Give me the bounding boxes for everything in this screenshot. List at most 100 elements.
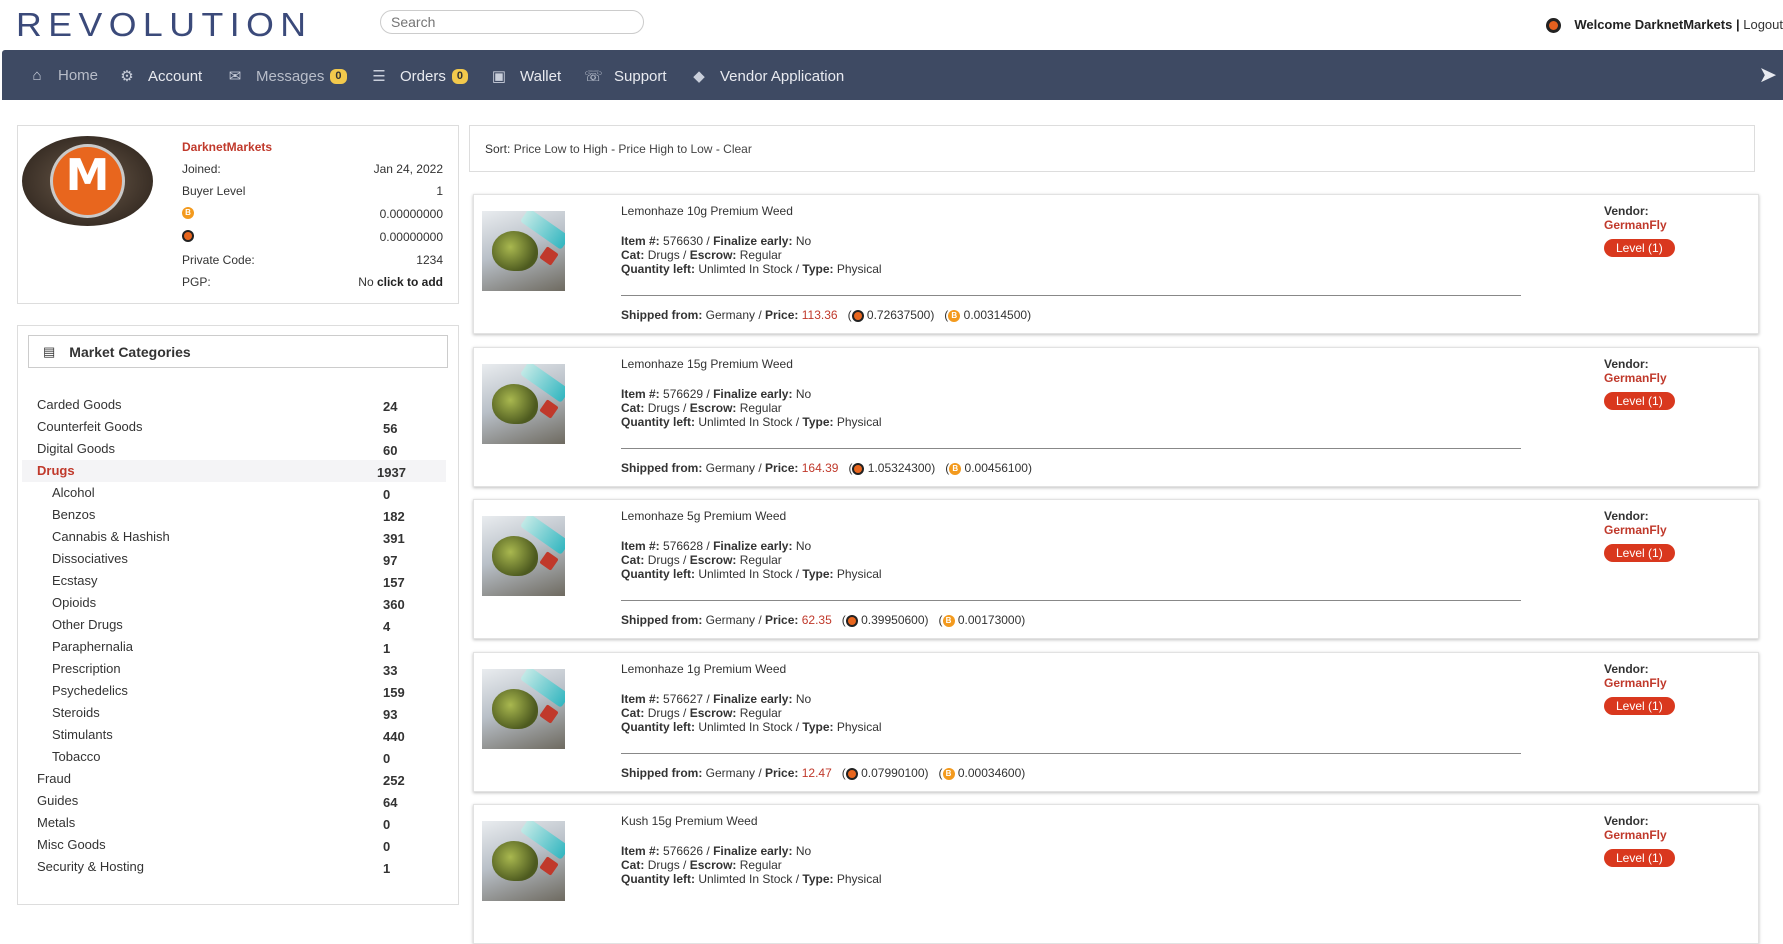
category-item[interactable]: Opioids 360 (22, 592, 446, 614)
rocket-icon[interactable]: ➤ (1759, 62, 1777, 88)
category-count: 24 (383, 399, 398, 414)
messages-count-badge: 0 (330, 68, 347, 84)
lighter-cap-image (539, 551, 559, 571)
nav-home[interactable]: ⌂ Home (28, 67, 98, 84)
gears-icon: ⚙ (120, 68, 134, 85)
category-name[interactable]: Opioids (52, 595, 96, 610)
category-item[interactable]: Tobacco 0 (22, 746, 446, 768)
category-count: 0 (383, 839, 391, 854)
listing-title[interactable]: Lemonhaze 15g Premium Weed (621, 357, 793, 371)
category-name[interactable]: Drugs (37, 463, 75, 478)
category-name[interactable]: Misc Goods (37, 837, 106, 852)
nav-account-label: Account (148, 67, 203, 85)
profile-username-row: DarknetMarkets (182, 140, 443, 154)
category-name[interactable]: Benzos (52, 507, 95, 522)
nav-messages[interactable]: ✉ Messages 0 (226, 67, 347, 85)
category-item[interactable]: Drugs 1937 (22, 460, 446, 482)
category-name[interactable]: Prescription (52, 661, 121, 676)
profile-username[interactable]: DarknetMarkets (182, 140, 272, 154)
listing-qty-row: Quantity left: Unlimted In Stock / Type:… (621, 567, 882, 581)
category-item[interactable]: Security & Hosting 1 (22, 856, 446, 878)
category-name[interactable]: Psychedelics (52, 683, 128, 698)
category-name[interactable]: Stimulants (52, 727, 113, 742)
category-name[interactable]: Metals (37, 815, 75, 830)
category-item[interactable]: Fraud 252 (22, 768, 446, 790)
category-item[interactable]: Steroids 93 (22, 702, 446, 724)
category-item[interactable]: Counterfeit Goods 56 (22, 416, 446, 438)
listing-shipping-row: Shipped from: Germany / Price: 113.36 ( … (621, 308, 1031, 322)
home-icon: ⌂ (32, 67, 42, 84)
listing-xmr-price: 0.07990100 (861, 766, 925, 780)
listing-title[interactable]: Kush 15g Premium Weed (621, 814, 758, 828)
listing-xmr-price: 1.05324300 (867, 461, 932, 475)
category-name[interactable]: Alcohol (52, 485, 95, 500)
category-name[interactable]: Security & Hosting (37, 859, 144, 874)
category-name[interactable]: Other Drugs (52, 617, 123, 632)
listing-thumbnail[interactable] (482, 516, 565, 596)
category-item[interactable]: Dissociatives 97 (22, 548, 446, 570)
nav-orders[interactable]: ☰ Orders 0 (370, 67, 468, 85)
nav-wallet[interactable]: ▣ Wallet (490, 67, 561, 86)
vendor-name-link[interactable]: GermanFly (1604, 828, 1667, 842)
category-item[interactable]: Benzos 182 (22, 504, 446, 526)
listing-thumbnail[interactable] (482, 211, 565, 291)
site-logo[interactable]: REVOLUTION (16, 6, 313, 44)
vendor-name-link[interactable]: GermanFly (1604, 371, 1667, 385)
category-item[interactable]: Paraphernalia 1 (22, 636, 446, 658)
listing-title[interactable]: Lemonhaze 5g Premium Weed (621, 509, 786, 523)
category-item[interactable]: Stimulants 440 (22, 724, 446, 746)
vendor-name-link[interactable]: GermanFly (1604, 218, 1667, 232)
listing-price: 12.47 (801, 766, 832, 780)
category-name[interactable]: Guides (37, 793, 78, 808)
sort-price-low-high[interactable]: Price Low to High (514, 142, 608, 156)
category-count: 60 (383, 443, 398, 458)
listing-xmr-price: 0.72637500 (866, 308, 931, 322)
category-item[interactable]: Carded Goods 24 (22, 394, 446, 416)
welcome-text: Welcome DarknetMarkets | (1574, 17, 1740, 32)
user-avatar-icon (1545, 18, 1561, 34)
listing-thumbnail[interactable] (482, 669, 565, 749)
logout-link[interactable]: Logout (1743, 17, 1783, 32)
category-item[interactable]: Misc Goods 0 (22, 834, 446, 856)
listing-divider (621, 448, 1521, 449)
listing-divider (621, 295, 1521, 296)
category-item[interactable]: Alcohol 0 (22, 482, 446, 504)
category-name[interactable]: Ecstasy (52, 573, 98, 588)
category-count: 252 (383, 773, 405, 788)
pgp-add-link[interactable]: click to add (377, 275, 443, 289)
category-item[interactable]: Ecstasy 157 (22, 570, 446, 592)
search-input[interactable] (380, 10, 644, 34)
nav-support[interactable]: ☏ Support (584, 67, 667, 86)
category-name[interactable]: Counterfeit Goods (37, 419, 143, 434)
listing-divider (621, 753, 1521, 754)
category-item[interactable]: Metals 0 (22, 812, 446, 834)
nav-vendor-application[interactable]: ◆ Vendor Application (690, 67, 844, 86)
sort-clear[interactable]: Clear (723, 142, 752, 156)
market-categories-panel: ▤ Market Categories Carded Goods 24 Counte… (17, 325, 459, 905)
vendor-name-link[interactable]: GermanFly (1604, 676, 1667, 690)
category-name[interactable]: Digital Goods (37, 441, 115, 456)
category-item[interactable]: Psychedelics 159 (22, 680, 446, 702)
list-icon: ☰ (372, 68, 386, 85)
listing-title[interactable]: Lemonhaze 10g Premium Weed (621, 204, 793, 218)
category-name[interactable]: Paraphernalia (52, 639, 133, 654)
category-name[interactable]: Dissociatives (52, 551, 128, 566)
category-item[interactable]: Guides 64 (22, 790, 446, 812)
category-count: 1 (383, 861, 391, 876)
category-name[interactable]: Tobacco (52, 749, 100, 764)
category-name[interactable]: Fraud (37, 771, 71, 786)
listing-thumbnail[interactable] (482, 364, 565, 444)
nav-account[interactable]: ⚙ Account (118, 67, 203, 86)
category-item[interactable]: Digital Goods 60 (22, 438, 446, 460)
category-name[interactable]: Carded Goods (37, 397, 122, 412)
category-item[interactable]: Other Drugs 4 (22, 614, 446, 636)
category-name[interactable]: Cannabis & Hashish (52, 529, 170, 544)
listing-thumbnail[interactable] (482, 821, 565, 901)
sort-price-high-low[interactable]: Price High to Low (618, 142, 712, 156)
category-item[interactable]: Prescription 33 (22, 658, 446, 680)
category-name[interactable]: Steroids (52, 705, 100, 720)
vendor-name-link[interactable]: GermanFly (1604, 523, 1667, 537)
category-item[interactable]: Cannabis & Hashish 391 (22, 526, 446, 548)
listing-title[interactable]: Lemonhaze 1g Premium Weed (621, 662, 786, 676)
listing-card: Lemonhaze 10g Premium Weed Item #: 576630… (473, 194, 1759, 334)
